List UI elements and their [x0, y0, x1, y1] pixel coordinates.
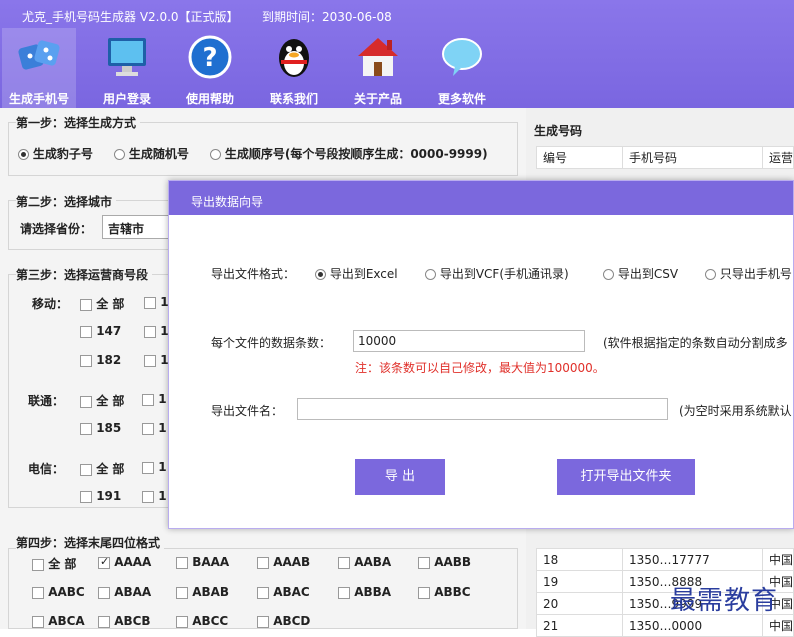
radio-icon — [18, 149, 29, 160]
format-option-vcf[interactable]: 导出到VCF(手机通讯录) — [425, 265, 569, 282]
step2-title: 第二步：选择城市 — [16, 193, 117, 210]
tail-checkbox-abca[interactable]: ABCA — [32, 614, 85, 628]
tail-checkbox-abcc[interactable]: ABCC — [176, 614, 228, 628]
tail-checkbox-abaa[interactable]: ABAA — [98, 585, 151, 599]
tail-checkbox-aaab[interactable]: AAAB — [257, 555, 310, 569]
house-icon — [358, 38, 398, 76]
window-title: 尤克_手机号码生成器 V2.0.0【正式版】 — [22, 10, 239, 24]
telecom-prefix-checkbox[interactable]: 1 — [142, 460, 167, 474]
toolbar-about-button[interactable]: 关于产品 — [341, 28, 415, 108]
title-bar: 尤克_手机号码生成器 V2.0.0【正式版】 到期时间：2030-06-08 生… — [0, 0, 794, 108]
unicom-all-checkbox[interactable]: 全 部 — [80, 392, 124, 409]
radio-icon — [210, 149, 221, 160]
help-icon: ? — [188, 35, 232, 79]
mode-option-leopard[interactable]: 生成豹子号 — [18, 145, 93, 162]
tail-checkbox-abba[interactable]: ABBA — [338, 585, 391, 599]
unicom-185-checkbox[interactable]: 185 — [80, 421, 121, 435]
export-button[interactable]: 导 出 — [355, 459, 445, 495]
radio-icon — [425, 269, 436, 280]
expire-date: 到期时间：2030-06-08 — [262, 10, 392, 24]
count-label: 每个文件的数据条数： — [211, 336, 332, 350]
mode-option-sequence[interactable]: 生成顺序号(每个号段按顺序生成：0000-9999) — [210, 145, 488, 162]
export-dialog: 导出数据向导 导出文件格式： 导出到Excel 导出到VCF(手机通讯录) 导出… — [168, 180, 794, 529]
mobile-182-checkbox[interactable]: 182 — [80, 353, 121, 367]
results-title: 生成号码 — [534, 124, 583, 138]
format-option-phone-only[interactable]: 只导出手机号 — [705, 265, 792, 282]
tail-checkbox-abcd[interactable]: ABCD — [257, 614, 310, 628]
filename-label: 导出文件名： — [211, 404, 284, 418]
tail-checkbox-aabb[interactable]: AABB — [418, 555, 471, 569]
mobile-prefix-checkbox[interactable]: 1 — [144, 353, 169, 367]
filename-hint: (为空时采用系统默认 — [679, 404, 792, 418]
toolbar-login-button[interactable]: 用户登录 — [90, 28, 164, 108]
format-label: 导出文件格式： — [211, 267, 296, 281]
results-table-header: 编号 手机号码 运营 — [536, 146, 794, 169]
count-hint: (软件根据指定的条数自动分割成多 — [603, 336, 788, 350]
toolbar-label: 联系我们 — [269, 92, 318, 106]
table-row[interactable]: 21 1350…0000 中国 — [536, 614, 794, 637]
tail-checkbox-abab[interactable]: ABAB — [176, 585, 229, 599]
step4-title: 第四步：选择末尾四位格式 — [16, 534, 165, 551]
tail-checkbox-all[interactable]: 全 部 — [32, 555, 76, 572]
telecom-prefix-checkbox[interactable]: 1 — [142, 489, 167, 503]
tail-checkbox-aaaa[interactable]: AAAA — [98, 555, 151, 569]
tail-checkbox-baaa[interactable]: BAAA — [176, 555, 229, 569]
telecom-all-checkbox[interactable]: 全 部 — [80, 460, 124, 477]
col-header-operator: 运营 — [762, 146, 794, 169]
filename-input[interactable] — [297, 398, 668, 420]
chat-bubble-icon — [442, 38, 482, 76]
dice-icon — [18, 40, 60, 70]
svg-text:?: ? — [202, 43, 217, 73]
step1-title: 第一步：选择生成方式 — [16, 114, 141, 131]
format-option-excel[interactable]: 导出到Excel — [315, 265, 398, 282]
penguin-icon — [279, 39, 309, 77]
toolbar-label: 使用帮助 — [185, 92, 234, 106]
unicom-label: 联通： — [28, 394, 65, 408]
col-header-id: 编号 — [536, 146, 623, 169]
toolbar-label: 关于产品 — [353, 92, 402, 106]
toolbar-contact-button[interactable]: 联系我们 — [257, 28, 331, 108]
mode-option-random[interactable]: 生成随机号 — [114, 145, 189, 162]
tail-checkbox-abbc[interactable]: ABBC — [418, 585, 471, 599]
unicom-prefix-checkbox[interactable]: 1 — [142, 421, 167, 435]
dialog-title: 导出数据向导 — [169, 181, 793, 215]
count-input[interactable]: 10000 — [353, 330, 585, 352]
tail-checkbox-aabc[interactable]: AABC — [32, 585, 85, 599]
watermark: 最需教育 — [670, 586, 779, 616]
telecom-191-checkbox[interactable]: 191 — [80, 489, 121, 503]
toolbar-generate-button[interactable]: 生成手机号 — [2, 28, 76, 108]
open-folder-button[interactable]: 打开导出文件夹 — [557, 459, 695, 495]
tail-checkbox-aaba[interactable]: AABA — [338, 555, 391, 569]
radio-icon — [603, 269, 614, 280]
toolbar-label: 生成手机号 — [8, 92, 69, 106]
monitor-icon — [108, 38, 146, 76]
mobile-prefix-checkbox[interactable]: 1 — [144, 295, 169, 309]
toolbar-label: 用户登录 — [102, 92, 151, 106]
mobile-all-checkbox[interactable]: 全 部 — [80, 295, 124, 312]
radio-icon — [315, 269, 326, 280]
step3-title: 第三步：选择运营商号段 — [16, 266, 153, 283]
toolbar-help-button[interactable]: ? 使用帮助 — [173, 28, 247, 108]
count-note: 注：该条数可以自己修改，最大值为100000。 — [355, 361, 605, 375]
tail-checkbox-abcb[interactable]: ABCB — [98, 614, 151, 628]
mobile-label: 移动： — [32, 297, 69, 311]
toolbar-more-button[interactable]: 更多软件 — [425, 28, 499, 108]
col-header-number: 手机号码 — [622, 146, 763, 169]
province-label: 请选择省份： — [20, 222, 93, 236]
mobile-147-checkbox[interactable]: 147 — [80, 324, 121, 338]
unicom-prefix-checkbox[interactable]: 1 — [142, 392, 167, 406]
radio-icon — [705, 269, 716, 280]
tail-checkbox-abac[interactable]: ABAC — [257, 585, 310, 599]
telecom-label: 电信： — [28, 462, 65, 476]
table-row[interactable]: 18 1350…17777 中国 — [536, 548, 794, 571]
radio-icon — [114, 149, 125, 160]
toolbar-label: 更多软件 — [437, 92, 486, 106]
mobile-prefix-checkbox[interactable]: 1 — [144, 324, 169, 338]
toolbar: 生成手机号 用户登录 ? 使用帮助 联系我们 关于产品 更多软件 — [0, 28, 520, 108]
format-option-csv[interactable]: 导出到CSV — [603, 265, 678, 282]
